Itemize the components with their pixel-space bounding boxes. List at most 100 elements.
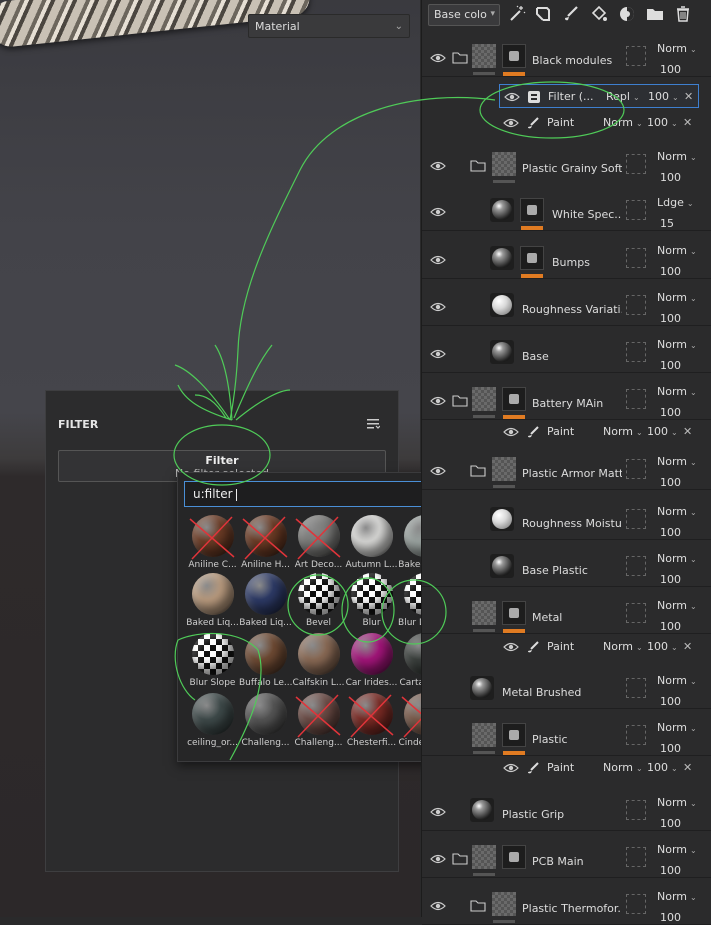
mask-thumbnail[interactable] bbox=[502, 387, 526, 411]
blend-mode-select[interactable]: Norm ⌄ bbox=[657, 552, 697, 565]
eye-icon[interactable] bbox=[430, 348, 446, 360]
resource-thumbnail[interactable]: Calfskin L... bbox=[292, 633, 345, 693]
blend-mode-select[interactable]: Repl ⌄ bbox=[606, 90, 640, 103]
blend-mode-select[interactable]: Norm ⌄ bbox=[657, 890, 697, 903]
smart-material-icon[interactable] bbox=[534, 5, 552, 23]
opacity-field[interactable]: 100 bbox=[660, 695, 681, 708]
blend-mode-select[interactable]: Norm ⌄ bbox=[603, 640, 643, 653]
resource-thumbnail[interactable]: Challeng... bbox=[239, 693, 292, 753]
paint-effect-row[interactable]: Paint Norm ⌄ 100 ⌄ ✕ bbox=[422, 420, 711, 444]
layer-row[interactable]: Plastic Armor Matte Norm ⌄ 100 bbox=[422, 443, 711, 490]
eye-icon[interactable] bbox=[430, 52, 446, 64]
blend-mode-select[interactable]: Norm ⌄ bbox=[603, 761, 643, 774]
trash-icon[interactable] bbox=[674, 5, 692, 23]
opacity-field[interactable]: 100 ⌄ bbox=[647, 640, 678, 653]
filter-effect-row[interactable]: Filter (... Repl ⌄ 100 ⌄ ✕ bbox=[499, 84, 699, 108]
paint-effect-row[interactable]: Paint Norm ⌄ 100 ⌄ ✕ bbox=[422, 635, 711, 659]
mask-thumbnail[interactable] bbox=[520, 198, 544, 222]
eye-icon[interactable] bbox=[430, 806, 446, 818]
resource-thumbnail[interactable]: Car Irides... bbox=[345, 633, 398, 693]
resource-thumbnail[interactable]: Buffalo Le... bbox=[239, 633, 292, 693]
eye-icon[interactable] bbox=[503, 426, 519, 438]
resource-thumbnail[interactable]: Aniline C... bbox=[186, 515, 239, 575]
close-icon[interactable]: ✕ bbox=[683, 761, 692, 774]
resource-thumbnail[interactable]: Art Deco... bbox=[292, 515, 345, 575]
layer-row[interactable]: Plastic Grip Norm ⌄ 100 bbox=[422, 784, 711, 831]
opacity-field[interactable]: 100 bbox=[660, 476, 681, 489]
blend-mode-select[interactable]: Norm ⌄ bbox=[657, 674, 697, 687]
eye-icon[interactable] bbox=[430, 160, 446, 172]
close-icon[interactable]: ✕ bbox=[683, 425, 692, 438]
blend-mode-select[interactable]: Norm ⌄ bbox=[657, 843, 697, 856]
blend-mode-select[interactable]: Norm ⌄ bbox=[657, 385, 697, 398]
resource-thumbnail[interactable]: Baked Liq... bbox=[239, 573, 292, 633]
paint-effect-row[interactable]: Paint Norm ⌄ 100 ⌄ ✕ bbox=[422, 111, 711, 135]
magic-wand-icon[interactable] bbox=[508, 5, 526, 23]
menu-icon[interactable] bbox=[366, 417, 380, 431]
blend-mode-select[interactable]: Norm ⌄ bbox=[657, 505, 697, 518]
blend-mode-select[interactable]: Norm ⌄ bbox=[657, 291, 697, 304]
eye-icon[interactable] bbox=[503, 117, 519, 129]
opacity-field[interactable]: 100 bbox=[660, 359, 681, 372]
eye-icon[interactable] bbox=[430, 395, 446, 407]
fill-icon[interactable] bbox=[590, 5, 608, 23]
search-input[interactable]: u:filter bbox=[184, 481, 434, 507]
close-icon[interactable]: ✕ bbox=[683, 116, 692, 129]
opacity-field[interactable]: 100 bbox=[660, 911, 681, 924]
resource-thumbnail[interactable]: Aniline H... bbox=[239, 515, 292, 575]
mask-thumbnail[interactable] bbox=[520, 246, 544, 270]
layer-row[interactable]: Roughness Moisture Norm ⌄ 100 bbox=[422, 493, 711, 540]
opacity-field[interactable]: 100 bbox=[660, 742, 681, 755]
resource-thumbnail[interactable]: Blur bbox=[345, 573, 398, 633]
opacity-field[interactable]: 100 bbox=[660, 171, 681, 184]
resource-thumbnail[interactable]: Baked Liq... bbox=[186, 573, 239, 633]
eye-icon[interactable] bbox=[430, 900, 446, 912]
eye-icon[interactable] bbox=[504, 91, 520, 103]
brush-icon[interactable] bbox=[562, 5, 580, 23]
blend-mode-select[interactable]: Norm ⌄ bbox=[657, 721, 697, 734]
opacity-field[interactable]: 100 ⌄ bbox=[647, 425, 678, 438]
layer-row[interactable]: Plastic Thermofor... Norm ⌄ 100 bbox=[422, 878, 711, 925]
opacity-field[interactable]: 100 bbox=[660, 312, 681, 325]
blend-mode-select[interactable]: Norm ⌄ bbox=[657, 42, 697, 55]
layer-row[interactable]: Base Plastic Norm ⌄ 100 bbox=[422, 540, 711, 587]
opacity-field[interactable]: 100 bbox=[660, 864, 681, 877]
effects-icon[interactable] bbox=[618, 5, 636, 23]
eye-icon[interactable] bbox=[503, 641, 519, 653]
layer-row[interactable]: Roughness Variati... Norm ⌄ 100 bbox=[422, 279, 711, 326]
opacity-field[interactable]: 100 bbox=[660, 526, 681, 539]
blend-mode-select[interactable]: Norm ⌄ bbox=[657, 338, 697, 351]
layer-row[interactable]: PCB Main Norm ⌄ 100 bbox=[422, 831, 711, 878]
opacity-field[interactable]: 100 bbox=[660, 406, 681, 419]
resource-thumbnail[interactable]: Blur Slope bbox=[186, 633, 239, 693]
opacity-field[interactable]: 100 bbox=[660, 817, 681, 830]
mask-thumbnail[interactable] bbox=[502, 601, 526, 625]
opacity-field[interactable]: 15 bbox=[660, 217, 674, 230]
opacity-field[interactable]: 100 ⌄ bbox=[647, 116, 678, 129]
layer-row[interactable]: Black modules Norm ⌄ 100 bbox=[422, 30, 711, 77]
layer-row[interactable]: White Spec... Ldge ⌄ 15 bbox=[422, 184, 711, 231]
paint-effect-row[interactable]: Paint Norm ⌄ 100 ⌄ ✕ bbox=[422, 756, 711, 780]
layer-row[interactable]: Plastic Grainy Soft Norm ⌄ 100 bbox=[422, 138, 711, 185]
eye-icon[interactable] bbox=[430, 254, 446, 266]
mask-thumbnail[interactable] bbox=[502, 845, 526, 869]
resource-thumbnail[interactable]: ceiling_or... bbox=[186, 693, 239, 753]
layer-row[interactable]: Bumps Norm ⌄ 100 bbox=[422, 232, 711, 279]
blend-mode-select[interactable]: Norm ⌄ bbox=[657, 455, 697, 468]
viewport-mode-select[interactable]: Material ⌄ bbox=[248, 14, 410, 38]
opacity-field[interactable]: 100 ⌄ bbox=[648, 90, 679, 103]
resource-thumbnail[interactable]: Challeng... bbox=[292, 693, 345, 753]
blend-mode-select[interactable]: Norm ⌄ bbox=[603, 425, 643, 438]
blend-mode-select[interactable]: Norm ⌄ bbox=[657, 599, 697, 612]
layer-row[interactable]: Base Norm ⌄ 100 bbox=[422, 326, 711, 373]
folder-icon[interactable] bbox=[646, 5, 664, 23]
opacity-field[interactable]: 100 bbox=[660, 63, 681, 76]
eye-icon[interactable] bbox=[430, 465, 446, 477]
eye-icon[interactable] bbox=[430, 853, 446, 865]
blend-mode-select[interactable]: Norm ⌄ bbox=[657, 150, 697, 163]
eye-icon[interactable] bbox=[430, 301, 446, 313]
layer-row[interactable]: Plastic Norm ⌄ 100 bbox=[422, 709, 711, 756]
layer-row[interactable]: Battery MAin Norm ⌄ 100 bbox=[422, 373, 711, 420]
close-icon[interactable]: ✕ bbox=[683, 640, 692, 653]
layer-row[interactable]: Metal Norm ⌄ 100 bbox=[422, 587, 711, 634]
